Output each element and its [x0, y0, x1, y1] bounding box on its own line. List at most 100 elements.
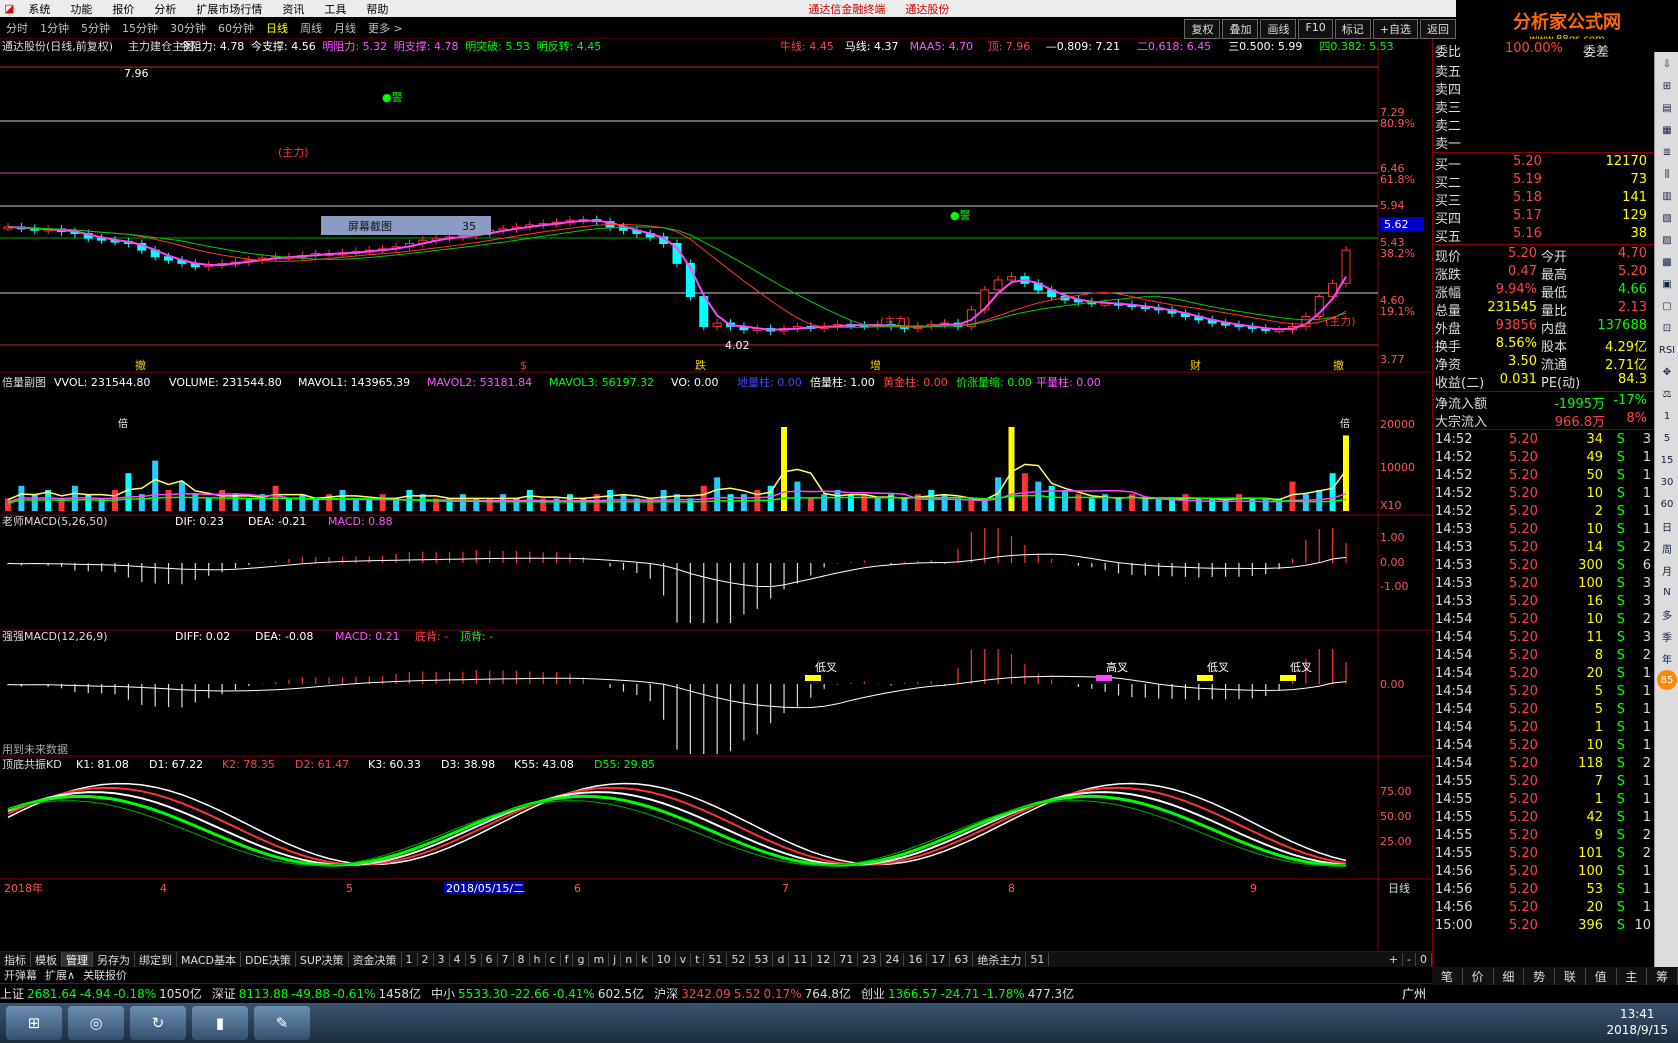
- sidebar-tool-icon[interactable]: ▢: [1657, 296, 1677, 316]
- indicator-tab[interactable]: 11: [789, 953, 813, 966]
- sidebar-period-button[interactable]: 5: [1657, 428, 1677, 448]
- indicator-tab[interactable]: 3: [434, 953, 450, 966]
- right-panel-tab[interactable]: 笔: [1432, 967, 1463, 985]
- indicator-tab[interactable]: k: [637, 953, 653, 966]
- period-tab[interactable]: 30分钟: [164, 20, 212, 36]
- indicator-tab[interactable]: 24: [881, 953, 905, 966]
- period-tab[interactable]: 日线: [260, 20, 294, 36]
- indicator-tab[interactable]: f: [561, 953, 574, 966]
- sidebar-period-button[interactable]: 30: [1657, 472, 1677, 492]
- period-tab[interactable]: 15分钟: [116, 20, 164, 36]
- sidebar-tool-icon[interactable]: ⊡: [1657, 318, 1677, 338]
- sidebar-tool-icon[interactable]: ▥: [1657, 186, 1677, 206]
- period-tab[interactable]: 1分钟: [34, 20, 75, 36]
- taskbar-app-icon[interactable]: ✎: [254, 1006, 310, 1040]
- indicator-tab[interactable]: 16: [904, 953, 928, 966]
- indicator-tab[interactable]: v: [676, 953, 692, 966]
- index-name[interactable]: 沪深: [654, 985, 678, 1002]
- indicator-tab[interactable]: 5: [466, 953, 482, 966]
- menu-item[interactable]: 系统: [18, 1, 60, 17]
- indicator-tab[interactable]: m: [589, 953, 610, 966]
- period-tab[interactable]: 周线: [294, 20, 328, 36]
- right-panel-tab[interactable]: 筹: [1647, 967, 1678, 985]
- indicator-tab[interactable]: 2: [418, 953, 434, 966]
- toolbar-button[interactable]: +自选: [1372, 19, 1418, 39]
- indicator-tab[interactable]: 53: [750, 953, 774, 966]
- indicator-tab[interactable]: MACD基本: [177, 951, 241, 968]
- taskbar-app-icon[interactable]: ◎: [68, 1006, 124, 1040]
- sidebar-period-button[interactable]: 季: [1657, 626, 1677, 646]
- indicator-tab[interactable]: 另存为: [93, 951, 135, 968]
- menu-item[interactable]: 功能: [60, 1, 102, 17]
- zoom-button[interactable]: -: [1403, 953, 1416, 966]
- sidebar-period-button[interactable]: 周: [1657, 538, 1677, 558]
- indicator-tab[interactable]: c: [546, 953, 561, 966]
- sidebar-tool-icon[interactable]: ▧: [1657, 208, 1677, 228]
- menu-item[interactable]: 帮助: [356, 1, 398, 17]
- indicator-tab[interactable]: 23: [858, 953, 882, 966]
- sidebar-period-button[interactable]: 月: [1657, 560, 1677, 580]
- indicator-tab[interactable]: 6: [482, 953, 498, 966]
- sidebar-period-button[interactable]: 60: [1657, 494, 1677, 514]
- toolbar-button[interactable]: F10: [1298, 19, 1333, 39]
- zoom-button[interactable]: 0: [1416, 953, 1432, 966]
- indicator-tab[interactable]: 1: [402, 953, 418, 966]
- notification-badge[interactable]: 85: [1657, 670, 1677, 690]
- indicator-tab[interactable]: h: [530, 953, 546, 966]
- index-name[interactable]: 上证: [0, 985, 24, 1002]
- toolbar-button[interactable]: 画线: [1260, 19, 1297, 39]
- indicator-tab[interactable]: 10: [653, 953, 676, 966]
- indicator-tab[interactable]: 绝杀主力: [973, 951, 1027, 968]
- indicator-tab[interactable]: 4: [450, 953, 466, 966]
- indicator-tab[interactable]: DDE决策: [241, 951, 296, 968]
- sidebar-tool-icon[interactable]: ▤: [1657, 98, 1677, 118]
- sidebar-period-button[interactable]: 多: [1657, 604, 1677, 624]
- start-button[interactable]: ⊞: [6, 1006, 62, 1040]
- sidebar-tool-icon[interactable]: ✥: [1657, 362, 1677, 382]
- indicator-tab[interactable]: 模板: [31, 951, 62, 968]
- sidebar-tool-icon[interactable]: ⚖: [1657, 384, 1677, 404]
- right-panel-tab[interactable]: 值: [1586, 967, 1617, 985]
- sidebar-tool-icon[interactable]: ▩: [1657, 252, 1677, 272]
- toolbar-button[interactable]: 叠加: [1222, 19, 1259, 39]
- indicator-tab[interactable]: g: [573, 953, 590, 966]
- indicator-tab[interactable]: 绑定到: [135, 951, 177, 968]
- indicator-tab[interactable]: 71: [835, 953, 859, 966]
- sidebar-period-button[interactable]: 年: [1657, 648, 1677, 668]
- menu-item[interactable]: 资讯: [272, 1, 314, 17]
- sidebar-period-button[interactable]: 15: [1657, 450, 1677, 470]
- right-panel-tab[interactable]: 价: [1463, 967, 1494, 985]
- indicator-tab[interactable]: 12: [812, 953, 836, 966]
- indicator-tab[interactable]: t: [691, 953, 705, 966]
- extension-tab[interactable]: 关联报价: [79, 967, 131, 983]
- zoom-button[interactable]: +: [1385, 953, 1404, 966]
- period-tab[interactable]: 分时: [0, 20, 34, 36]
- period-tab[interactable]: 更多 >: [362, 20, 409, 36]
- sidebar-period-button[interactable]: 1: [1657, 406, 1677, 426]
- sidebar-tool-icon[interactable]: ⇩: [1657, 54, 1677, 74]
- indicator-tab[interactable]: 8: [514, 953, 530, 966]
- sidebar-tool-icon[interactable]: ▣: [1657, 274, 1677, 294]
- indicator-tab[interactable]: 51: [1026, 953, 1050, 966]
- indicator-tab[interactable]: 7: [498, 953, 514, 966]
- right-panel-tab[interactable]: 联: [1555, 967, 1586, 985]
- sidebar-tool-icon[interactable]: ▦: [1657, 120, 1677, 140]
- right-panel-tab[interactable]: 细: [1494, 967, 1525, 985]
- sidebar-tool-icon[interactable]: ▨: [1657, 230, 1677, 250]
- right-panel-tab[interactable]: 主: [1617, 967, 1648, 985]
- chart-area[interactable]: 通达股份(日线,前复权) 主力建仓主图今阻力: 4.78 今支撑: 4.56 明阻力:…: [0, 39, 1432, 951]
- indicator-tab[interactable]: 指标: [0, 951, 31, 968]
- taskbar-app-icon[interactable]: ↻: [130, 1006, 186, 1040]
- sidebar-tool-icon[interactable]: ⫼: [1657, 164, 1677, 184]
- indicator-tab[interactable]: 51: [704, 953, 728, 966]
- toolbar-button[interactable]: 标记: [1334, 19, 1371, 39]
- taskbar-app-icon[interactable]: ▮: [192, 1006, 248, 1040]
- sidebar-tool-icon[interactable]: ⊞: [1657, 76, 1677, 96]
- indicator-tab[interactable]: 52: [727, 953, 751, 966]
- toolbar-button[interactable]: 返回: [1420, 19, 1456, 39]
- indicator-tab[interactable]: SUP决策: [296, 951, 349, 968]
- index-name[interactable]: 中小: [431, 985, 455, 1002]
- indicator-tab[interactable]: d: [773, 953, 790, 966]
- indicator-tab[interactable]: j: [609, 953, 622, 966]
- indicator-tab[interactable]: 资金决策: [349, 951, 402, 968]
